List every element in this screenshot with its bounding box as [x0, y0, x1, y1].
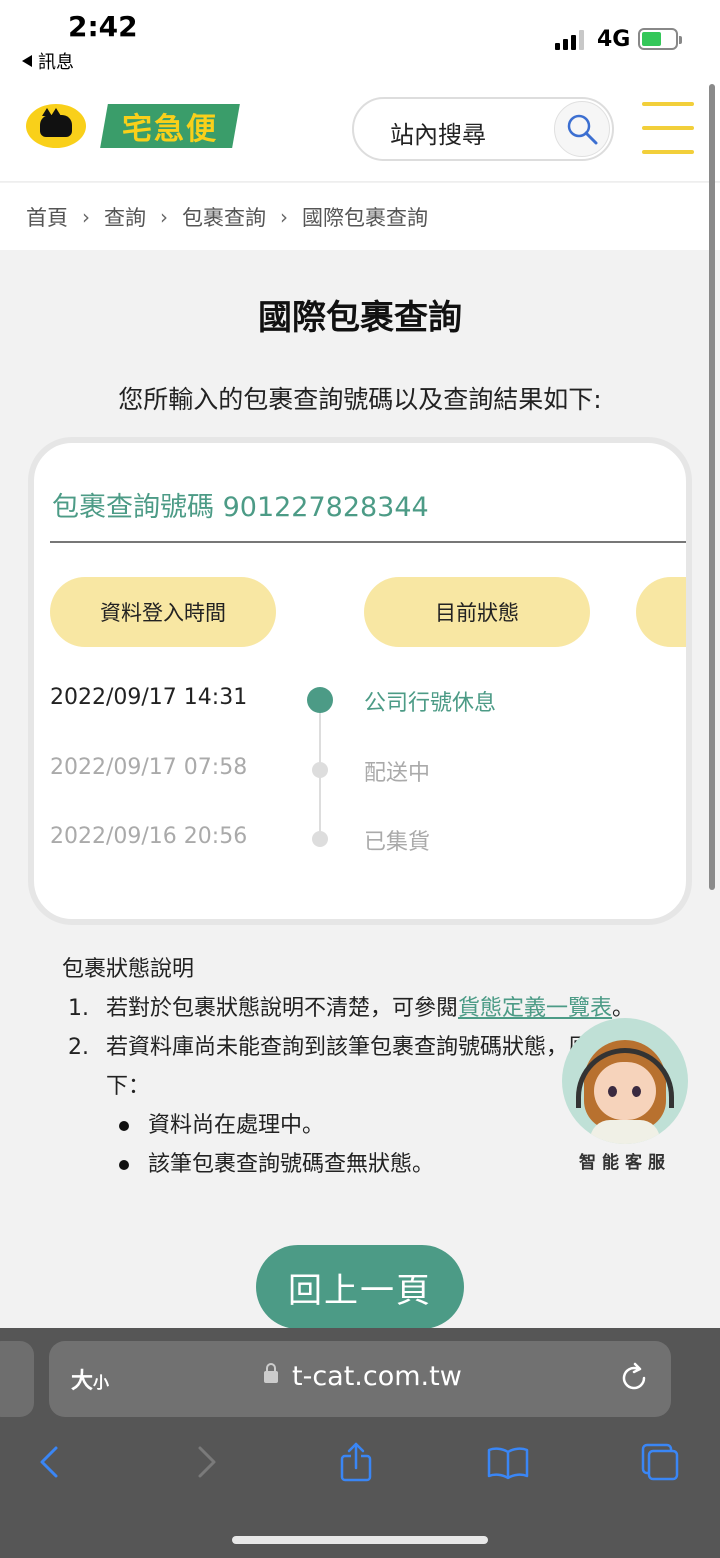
network-type: 4G [597, 27, 631, 52]
brand-logo-text: 宅急便 [122, 112, 218, 147]
signal-icon [555, 30, 584, 50]
menu-icon[interactable] [642, 102, 694, 154]
site-search-field[interactable]: 站內搜尋 [352, 97, 614, 161]
breadcrumb-current: 國際包裹查詢 [302, 205, 428, 230]
timeline-status: 配送中 [364, 761, 431, 786]
page-title: 國際包裹查詢 [258, 298, 462, 338]
scrollbar[interactable] [709, 84, 715, 890]
reload-icon[interactable] [617, 1361, 651, 1395]
note-number: 2. [68, 1035, 89, 1060]
chevron-right-icon: › [160, 204, 168, 229]
browser-toolbar: 大小 t-cat.com.tw [0, 1328, 720, 1558]
back-to-app-label: 訊息 [38, 52, 74, 73]
previous-tab-preview[interactable] [0, 1341, 34, 1417]
column-header-time: 資料登入時間 [50, 577, 276, 647]
site-header: 宅急便 站內搜尋 [0, 82, 720, 182]
timeline-time: 2022/09/17 07:58 [50, 755, 248, 780]
chatbot-avatar-icon [562, 1018, 688, 1144]
chatbot-button[interactable]: 智能客服 [562, 1018, 688, 1173]
status-time: 2:42 [68, 10, 138, 43]
tracking-number: 包裹查詢號碼 901227828344 [52, 492, 429, 523]
text-size-small: 小 [93, 1373, 110, 1392]
brand-logo[interactable]: 宅急便 [100, 104, 240, 148]
notes-heading: 包裹狀態說明 [62, 957, 195, 982]
breadcrumb-home[interactable]: 首頁 [26, 202, 68, 232]
bullet-icon [119, 1160, 129, 1170]
timeline-time: 2022/09/16 20:56 [50, 824, 248, 849]
text-size-button[interactable]: 大小 [71, 1363, 109, 1395]
tabs-icon[interactable] [638, 1440, 682, 1484]
timeline-time: 2022/09/17 14:31 [50, 685, 248, 710]
share-icon[interactable] [334, 1440, 378, 1484]
timeline-row: 2022/09/17 07:58 配送中 [34, 751, 686, 791]
timeline-status: 已集貨 [364, 830, 431, 855]
home-indicator[interactable] [232, 1536, 488, 1544]
chatbot-label: 智能客服 [579, 1153, 671, 1173]
back-arrow-icon [22, 55, 32, 67]
chevron-right-icon: › [280, 204, 288, 229]
search-icon [567, 114, 598, 145]
site-search-label: 站內搜尋 [390, 121, 486, 149]
status-bar: 2:42 訊息 4G [0, 0, 720, 82]
tracking-result-card: 包裹查詢號碼 901227828344 資料登入時間 目前狀態 2022/09/… [28, 437, 692, 925]
lock-icon [264, 1363, 278, 1383]
page-subtitle: 您所輸入的包裹查詢號碼以及查詢結果如下: [118, 385, 602, 414]
timeline-dot-icon [312, 762, 328, 778]
note-number: 1. [68, 996, 89, 1021]
breadcrumb-parcel-query[interactable]: 包裹查詢 [182, 202, 266, 232]
back-button[interactable]: 回上一頁 [256, 1245, 464, 1329]
back-nav-icon[interactable] [28, 1440, 72, 1484]
bullet-text: 該筆包裹查詢號碼查無狀態。 [148, 1152, 435, 1177]
bookmarks-icon[interactable] [486, 1440, 530, 1484]
address-bar[interactable]: 大小 t-cat.com.tw [49, 1341, 671, 1417]
search-button[interactable] [554, 101, 610, 157]
divider [50, 541, 686, 543]
timeline-status: 公司行號休息 [364, 691, 497, 716]
breadcrumb: 首頁 › 查詢 › 包裹查詢 › 國際包裹查詢 [0, 183, 720, 250]
chevron-right-icon: › [82, 204, 90, 229]
bullet-text: 資料尚在處理中。 [148, 1113, 325, 1138]
forward-nav-icon[interactable] [184, 1440, 228, 1484]
battery-icon [638, 28, 682, 50]
black-cat-logo-icon[interactable] [26, 104, 86, 148]
note-text: 若資料庫尚未能查詢到該筆包裹查詢號碼狀態，原因如下： [106, 1035, 635, 1099]
text-size-large: 大 [71, 1369, 94, 1394]
timeline-row: 2022/09/17 14:31 公司行號休息 [34, 681, 686, 721]
column-header-status: 目前狀態 [364, 577, 590, 647]
timeline-dot-icon [312, 831, 328, 847]
breadcrumb-query[interactable]: 查詢 [104, 202, 146, 232]
timeline-row: 2022/09/16 20:56 已集貨 [34, 820, 686, 860]
url-text: t-cat.com.tw [292, 1361, 462, 1392]
bullet-icon [119, 1121, 129, 1131]
column-header-extra [636, 577, 686, 647]
note-text: 若對於包裹狀態說明不清楚，可參閱 [106, 996, 459, 1021]
back-to-app-link[interactable]: 訊息 [22, 48, 74, 74]
timeline-dot-active-icon [307, 687, 333, 713]
